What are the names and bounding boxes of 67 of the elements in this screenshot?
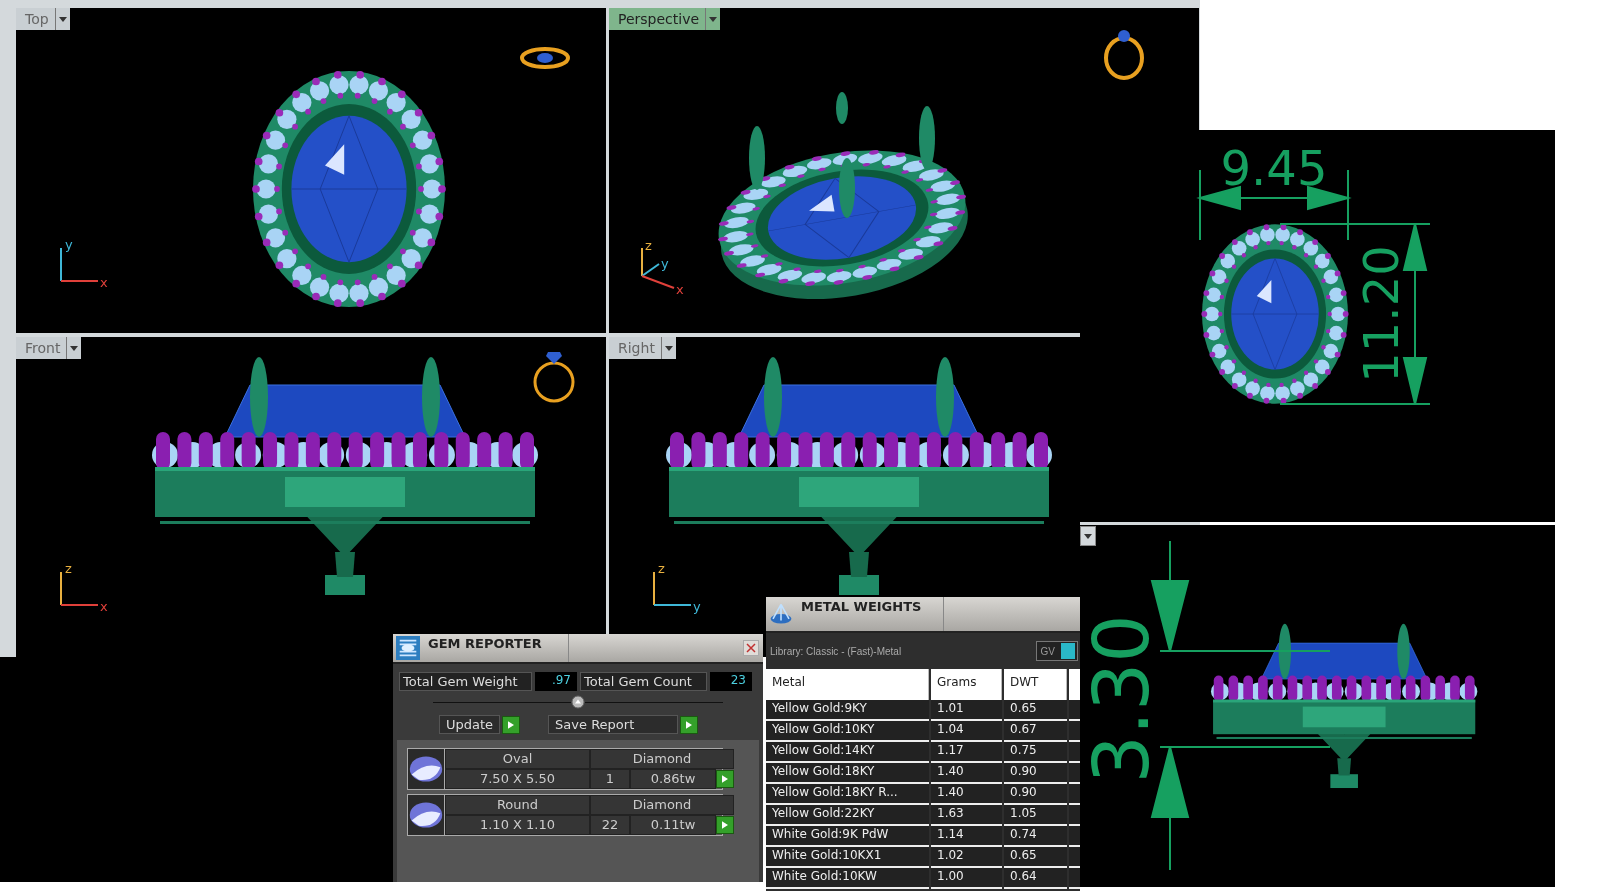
- table-cell: 0.67: [1004, 721, 1067, 742]
- axis-label: x: [676, 282, 684, 297]
- dimension-label: 3.30: [1080, 614, 1166, 784]
- table-cell: Yellow Gold:22KY: [766, 805, 929, 826]
- table-cell: Diamond: [590, 795, 734, 815]
- viewport-tab[interactable]: Perspective: [609, 8, 707, 30]
- table-cell: 1.63: [931, 805, 1002, 826]
- table-cell: White Gold:9K PdW: [766, 826, 929, 847]
- table-cell: Yellow Gold:18KY R...: [766, 784, 929, 805]
- table-cell: 1.01: [931, 700, 1002, 721]
- table-cell: 0.11tw: [630, 815, 716, 835]
- table-cell: 1.40: [931, 784, 1002, 805]
- table-cell: 1.05: [1004, 805, 1067, 826]
- toggle-switch[interactable]: GV: [1035, 641, 1078, 661]
- table-cell: Yellow Gold:18KY: [766, 763, 929, 784]
- column-header: Grams: [931, 669, 1002, 700]
- table-cell: 0.75: [1004, 742, 1067, 763]
- panel-title: GEM REPORTER: [428, 634, 569, 662]
- column-header: DWT: [1004, 669, 1067, 700]
- axis-label: y: [693, 599, 701, 614]
- table-cell: White Gold:10KX1: [766, 847, 929, 868]
- axis-label: x: [100, 275, 108, 290]
- table-cell: 0.90: [1004, 784, 1067, 805]
- axis-label: z: [65, 561, 72, 576]
- table-cell: 1.40: [931, 763, 1002, 784]
- table-cell: 22: [590, 815, 630, 835]
- table-cell: 0.64: [1004, 868, 1067, 889]
- table-cell: 0.86tw: [630, 769, 716, 789]
- axis-label: x: [100, 599, 108, 614]
- table-cell: 0.74: [1004, 826, 1067, 847]
- table-cell: 1.10 X 1.10: [445, 815, 590, 835]
- viewport-tab[interactable]: Top: [16, 8, 56, 30]
- axis-label: z: [645, 238, 652, 253]
- table-cell: Round: [445, 795, 590, 815]
- table-cell: 0.65: [1004, 847, 1067, 868]
- total-label: Total Gem Weight: [399, 672, 532, 691]
- panel-title: METAL WEIGHTS: [801, 597, 944, 631]
- action-button[interactable]: Update: [439, 715, 501, 734]
- table-cell: Diamond: [590, 749, 734, 769]
- table-cell: 1.02: [931, 847, 1002, 868]
- table-cell: Yellow Gold:9KY: [766, 700, 929, 721]
- table-cell: 7.50 X 5.50: [445, 769, 590, 789]
- axis-label: y: [65, 237, 73, 252]
- table-cell: White Gold:10KW: [766, 868, 929, 889]
- dimension-label: 11.20: [1353, 245, 1409, 383]
- column-header: Metal: [766, 669, 929, 700]
- viewport-tab[interactable]: Front: [16, 337, 68, 359]
- table-cell: 1.17: [931, 742, 1002, 763]
- total-value: 23: [710, 672, 752, 691]
- viewport-tab[interactable]: Right: [609, 337, 662, 359]
- table-cell: 0.90: [1004, 763, 1067, 784]
- table-cell: Yellow Gold:14KY: [766, 742, 929, 763]
- table-cell: 0.65: [1004, 700, 1067, 721]
- table-cell: 1.14: [931, 826, 1002, 847]
- table-cell: 1.04: [931, 721, 1002, 742]
- axis-label: z: [658, 561, 665, 576]
- total-label: Total Gem Count: [580, 672, 707, 691]
- total-value: .97: [535, 672, 577, 691]
- library-label: Library: Classic - (Fast)-Metal: [770, 645, 902, 657]
- axis-label: y: [661, 256, 669, 271]
- table-cell: Yellow Gold:10KY: [766, 721, 929, 742]
- dimension-label: 9.45: [1220, 140, 1328, 196]
- table-cell: 1.00: [931, 868, 1002, 889]
- viewport[interactable]: Top y x: [16, 8, 606, 333]
- table-cell: Oval: [445, 749, 590, 769]
- action-button[interactable]: Save Report: [548, 715, 679, 734]
- table-cell: 1: [590, 769, 630, 789]
